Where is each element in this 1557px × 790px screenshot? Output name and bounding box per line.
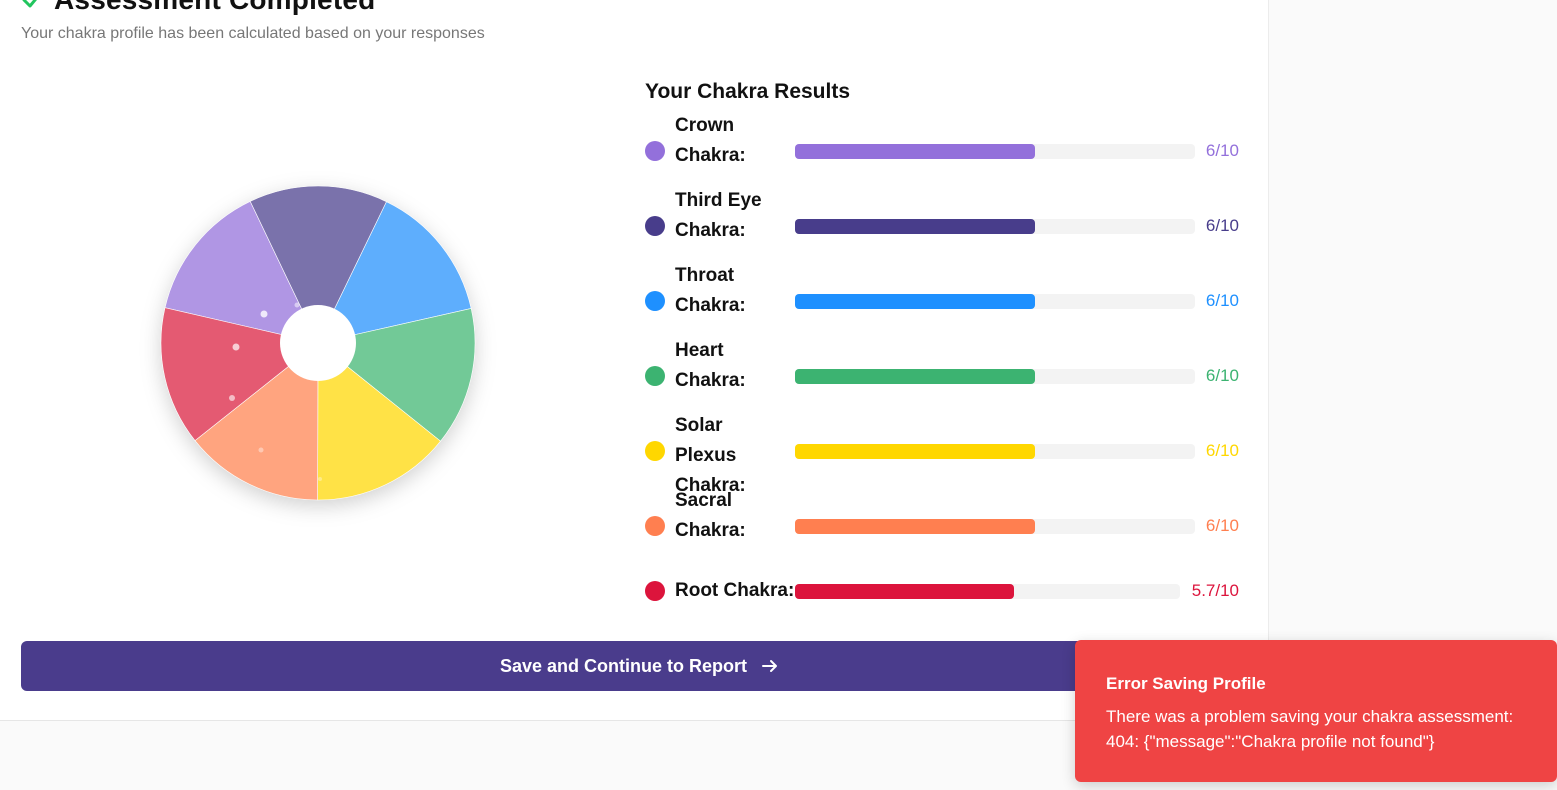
chakra-progress-track: [795, 219, 1195, 234]
wheel-sparkle: [294, 302, 300, 308]
wheel-center: [280, 305, 356, 381]
arrow-right-icon: [761, 657, 779, 675]
chakra-progress-fill: [795, 519, 1035, 534]
chakra-result-row: Sacral Chakra: 6/10: [645, 490, 1245, 574]
chakra-score: 6/10: [1205, 366, 1239, 385]
chakra-progress-track: [795, 519, 1195, 534]
chakra-score: 6/10: [1205, 291, 1239, 310]
check-icon: [20, 0, 44, 12]
page-subtitle: Your chakra profile has been calculated …: [21, 25, 485, 42]
heading-row: Assessment Completed: [20, 0, 375, 16]
chakra-results-panel: Your Chakra Results Crown Chakra: 6/10 Thi…: [645, 80, 1245, 614]
chakra-progress-track: [795, 369, 1195, 384]
chakra-score: 5.7/10: [1191, 581, 1239, 600]
assessment-card: Assessment Completed Your chakra profile…: [0, 0, 1269, 721]
chakra-label: Throat Chakra:: [675, 265, 746, 316]
results-list: Crown Chakra: 6/10 Third Eye Chakra: 6/10 Th…: [645, 115, 1245, 614]
chakra-color-dot: [645, 216, 665, 236]
chakra-label: Root Chakra:: [675, 580, 795, 601]
wheel-sparkle: [232, 343, 240, 351]
chakra-score: 6/10: [1205, 216, 1239, 235]
chakra-color-dot: [645, 516, 665, 536]
chakra-score: 6/10: [1205, 141, 1239, 160]
chakra-label: Heart Chakra:: [675, 340, 746, 391]
chakra-progress-fill: [795, 444, 1035, 459]
wheel-sparkle: [318, 477, 322, 481]
chakra-color-dot: [645, 141, 665, 161]
chakra-progress-fill: [795, 369, 1035, 384]
wheel-sparkle: [258, 447, 264, 453]
chakra-progress-track: [795, 584, 1180, 599]
error-toast[interactable]: Error Saving Profile There was a problem…: [1075, 640, 1557, 782]
chakra-progress-track: [795, 144, 1195, 159]
chakra-progress-track: [795, 444, 1195, 459]
chakra-label: Sacral Chakra:: [675, 490, 746, 541]
chakra-color-dot: [645, 581, 665, 601]
chakra-color-dot: [645, 441, 665, 461]
chakra-progress-fill: [795, 219, 1035, 234]
chakra-label: Crown Chakra:: [675, 115, 746, 166]
chakra-wheel-graphic: [160, 185, 476, 501]
chakra-progress-fill: [795, 294, 1035, 309]
chakra-score: 6/10: [1205, 441, 1239, 460]
chakra-progress-fill: [795, 144, 1035, 159]
chakra-wheel: [148, 175, 488, 515]
chakra-progress-fill: [795, 584, 1015, 599]
chakra-progress-track: [795, 294, 1195, 309]
wheel-sparkle: [229, 395, 235, 401]
chakra-label: Third Eye Chakra:: [675, 190, 762, 241]
toast-title: Error Saving Profile: [1106, 674, 1266, 693]
save-continue-label: Save and Continue to Report: [499, 655, 748, 676]
page-title: Assessment Completed: [54, 0, 375, 16]
chakra-result-row: Root Chakra: 5.7/10: [645, 574, 1245, 614]
toast-message: There was a problem saving your chakra a…: [1106, 707, 1514, 751]
chakra-color-dot: [645, 366, 665, 386]
save-continue-button[interactable]: Save and Continue to Report: [21, 641, 1258, 691]
wheel-sparkle: [260, 310, 268, 318]
chakra-score: 6/10: [1205, 516, 1239, 535]
results-title: Your Chakra Results: [645, 80, 851, 103]
chakra-color-dot: [645, 291, 665, 311]
